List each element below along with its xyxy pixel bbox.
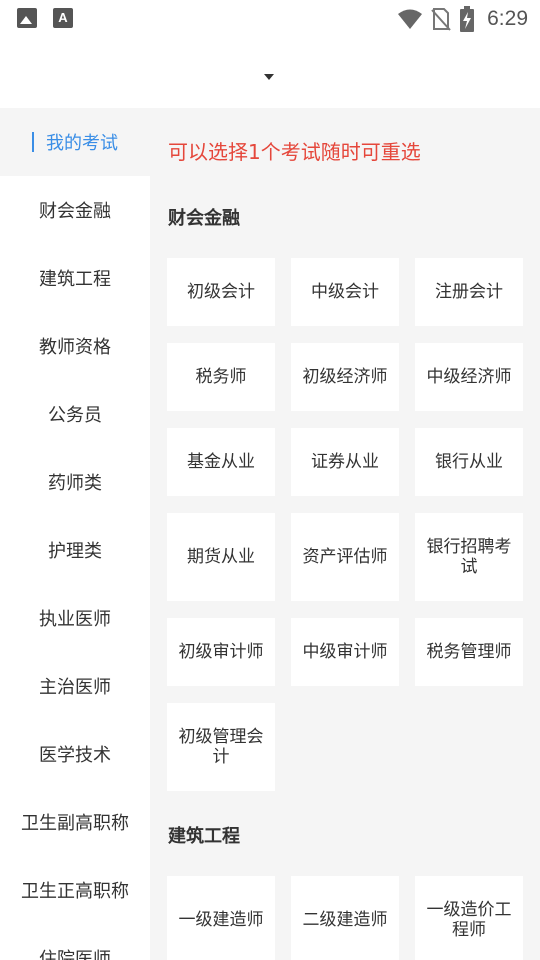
exam-card[interactable]: 注册会计 bbox=[415, 258, 523, 326]
exam-card[interactable]: 中级会计 bbox=[291, 258, 399, 326]
sidebar-item-label: 医学技术 bbox=[39, 745, 111, 766]
sidebar-item-construction[interactable]: 建筑工程 bbox=[0, 244, 150, 312]
sidebar-item-teacher[interactable]: 教师资格 bbox=[0, 312, 150, 380]
sidebar-item-label: 教师资格 bbox=[39, 337, 111, 358]
exam-card[interactable]: 期货从业 bbox=[167, 513, 275, 601]
exam-card[interactable]: 中级审计师 bbox=[291, 618, 399, 686]
sidebar-item-my-exams[interactable]: 我的考试 bbox=[0, 108, 150, 176]
exam-card[interactable]: 银行从业 bbox=[415, 428, 523, 496]
sidebar-item-label: 公务员 bbox=[48, 405, 102, 426]
category-sidebar: 我的考试 财会金融 建筑工程 教师资格 公务员 药师类 护理类 执业医师 主治医… bbox=[0, 108, 150, 960]
exam-card[interactable]: 证券从业 bbox=[291, 428, 399, 496]
exam-card[interactable]: 资产评估师 bbox=[291, 513, 399, 601]
no-sim-icon bbox=[431, 8, 451, 31]
sidebar-item-physician[interactable]: 执业医师 bbox=[0, 584, 150, 652]
exam-card[interactable]: 基金从业 bbox=[167, 428, 275, 496]
clock-time: 6:29 bbox=[487, 7, 528, 30]
sidebar-item-label: 住院医师 bbox=[39, 949, 111, 960]
exam-card[interactable]: 初级管理会计 bbox=[167, 703, 275, 791]
exam-card[interactable]: 银行招聘考试 bbox=[415, 513, 523, 601]
caret-down-icon[interactable] bbox=[264, 74, 274, 80]
sidebar-item-med-tech[interactable]: 医学技术 bbox=[0, 720, 150, 788]
active-indicator bbox=[32, 132, 34, 152]
image-icon bbox=[17, 8, 37, 28]
sidebar-item-label: 执业医师 bbox=[39, 609, 111, 630]
exam-card[interactable]: 税务管理师 bbox=[415, 618, 523, 686]
sidebar-item-assoc-senior[interactable]: 卫生副高职称 bbox=[0, 788, 150, 856]
exam-card[interactable]: 初级会计 bbox=[167, 258, 275, 326]
exam-card[interactable]: 中级经济师 bbox=[415, 343, 523, 411]
sidebar-item-label: 药师类 bbox=[48, 473, 102, 494]
wifi-icon bbox=[398, 9, 423, 29]
status-bar: A 6:29 bbox=[0, 0, 540, 36]
exam-card[interactable]: 初级经济师 bbox=[291, 343, 399, 411]
exam-card[interactable]: 一级建造师 bbox=[167, 876, 275, 960]
exam-card[interactable]: 初级审计师 bbox=[167, 618, 275, 686]
sidebar-item-label: 建筑工程 bbox=[39, 269, 111, 290]
sidebar-item-label: 护理类 bbox=[48, 541, 102, 562]
sidebar-item-label: 财会金融 bbox=[39, 201, 111, 222]
sidebar-item-label: 卫生正高职称 bbox=[21, 881, 129, 902]
sidebar-item-nursing[interactable]: 护理类 bbox=[0, 516, 150, 584]
battery-charging-icon bbox=[460, 6, 475, 32]
sidebar-item-label: 主治医师 bbox=[39, 677, 111, 698]
section-title-construction: 建筑工程 bbox=[168, 826, 240, 847]
exam-list-panel: 可以选择1个考试随时可重选 财会金融 初级会计 中级会计 注册会计 税务师 初级… bbox=[150, 108, 540, 960]
selection-notice: 可以选择1个考试随时可重选 bbox=[168, 140, 421, 164]
sidebar-item-senior[interactable]: 卫生正高职称 bbox=[0, 856, 150, 924]
text-a-icon: A bbox=[53, 8, 73, 28]
exam-card[interactable]: 二级建造师 bbox=[291, 876, 399, 960]
section-title-finance: 财会金融 bbox=[168, 208, 240, 229]
sidebar-item-civil-servant[interactable]: 公务员 bbox=[0, 380, 150, 448]
exam-selector-header[interactable] bbox=[0, 36, 540, 108]
sidebar-item-label: 卫生副高职称 bbox=[21, 813, 129, 834]
exam-card[interactable]: 税务师 bbox=[167, 343, 275, 411]
sidebar-item-pharmacist[interactable]: 药师类 bbox=[0, 448, 150, 516]
sidebar-item-finance[interactable]: 财会金融 bbox=[0, 176, 150, 244]
sidebar-item-label: 我的考试 bbox=[46, 133, 118, 154]
sidebar-item-resident[interactable]: 住院医师 bbox=[0, 924, 150, 960]
exam-card[interactable]: 一级造价工程师 bbox=[415, 876, 523, 960]
sidebar-item-attending[interactable]: 主治医师 bbox=[0, 652, 150, 720]
